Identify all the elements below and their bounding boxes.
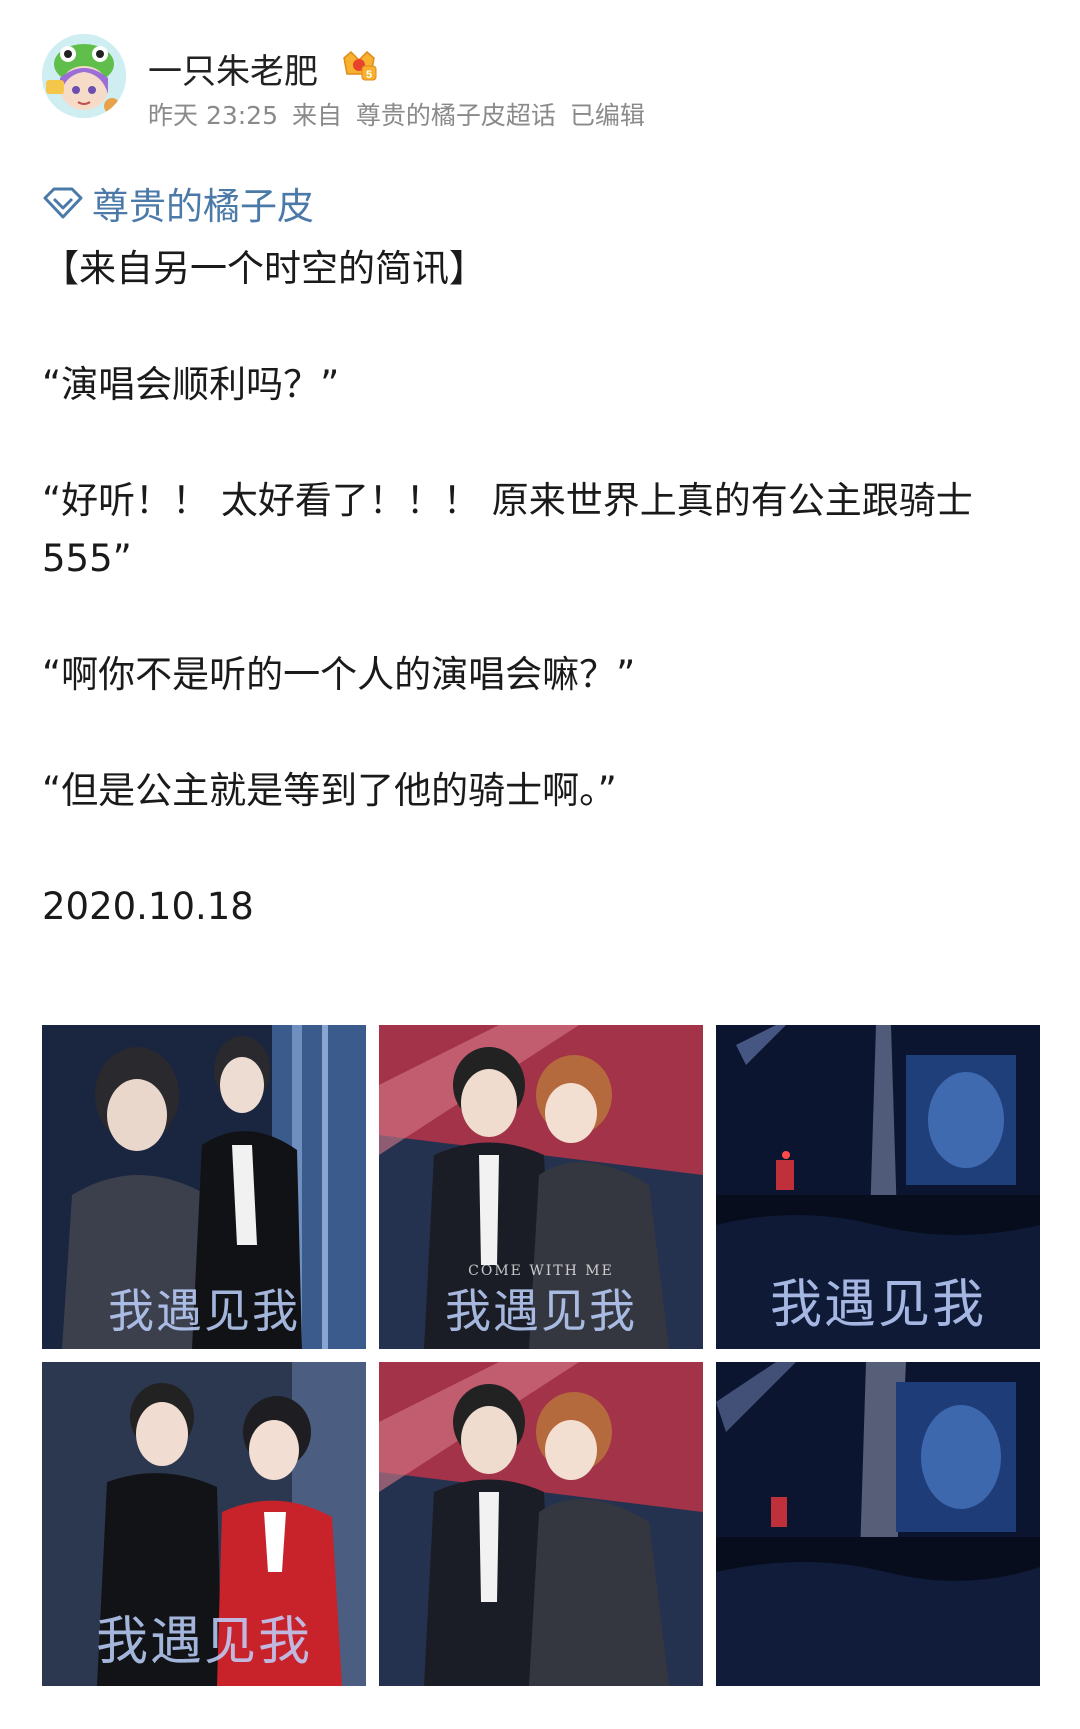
photo-caption: 我遇见我: [445, 1284, 637, 1338]
avatar[interactable]: [42, 34, 126, 118]
post-meta: 昨天 23:25 来自 尊贵的橘子皮超话 已编辑: [148, 96, 651, 132]
photo-caption: 我遇见我: [769, 1275, 986, 1335]
post-paragraph: “好听！！ 太好看了！！！ 原来世界上真的有公主跟骑士555”: [42, 479, 973, 580]
post-header: 一只朱老肥 5 昨天 23:25 来自 尊贵的橘子皮超话 已编辑: [42, 34, 1042, 134]
post-paragraph: “啊你不是听的一个人的演唱会嘛？”: [42, 653, 636, 696]
source-link[interactable]: 尊贵的橘子皮超话: [356, 101, 556, 130]
photo-thumbnail[interactable]: [716, 1362, 1040, 1686]
photo-thumbnail[interactable]: 我遇见我: [42, 1362, 366, 1686]
post-paragraph: “演唱会顺利吗？”: [42, 363, 340, 406]
edited-label: 已编辑: [569, 101, 645, 130]
photo-caption: 我遇见我: [108, 1284, 300, 1338]
svg-text:5: 5: [366, 69, 372, 81]
post-time: 昨天 23:25: [148, 101, 278, 130]
photo-thumbnail[interactable]: 我遇见我: [716, 1025, 1040, 1349]
topic-link[interactable]: 尊贵的橘子皮: [42, 180, 314, 228]
source-prefix: 来自: [291, 101, 342, 130]
photo-thumbnail[interactable]: 我遇见我: [42, 1025, 366, 1349]
avatar-image: [42, 34, 126, 118]
photo-thumbnail[interactable]: [379, 1362, 703, 1686]
post-paragraph: “但是公主就是等到了他的骑士啊。”: [42, 769, 617, 812]
photo-thumbnail[interactable]: COME WITH ME 我遇见我: [379, 1025, 703, 1349]
topic-label: 尊贵的橘子皮: [92, 185, 314, 228]
crown-badge-icon: 5: [340, 48, 378, 82]
photo-grid: 我遇见我 COME WITH ME 我遇见我 我遇见我 我遇见我: [42, 1025, 1040, 1686]
post-paragraph: 【来自另一个时空的简讯】: [42, 247, 486, 290]
post-body: 【来自另一个时空的简讯】 “演唱会顺利吗？” “好听！！ 太好看了！！！ 原来世…: [42, 240, 1042, 936]
post-date: 2020.10.18: [42, 885, 254, 928]
diamond-icon: [43, 187, 83, 219]
photo-caption: 我遇见我: [95, 1612, 312, 1672]
author-name[interactable]: 一只朱老肥: [148, 44, 318, 93]
